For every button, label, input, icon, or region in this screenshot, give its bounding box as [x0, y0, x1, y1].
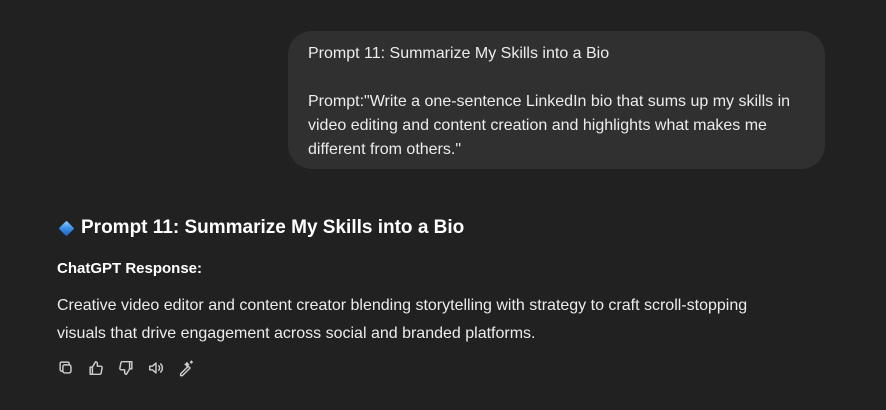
- good-response-button[interactable]: [84, 356, 108, 380]
- assistant-heading-text: Prompt 11: Summarize My Skills into a Bi…: [81, 217, 465, 238]
- response-label: ChatGPT Response:: [57, 260, 203, 277]
- thumbs-up-icon: [89, 360, 103, 376]
- user-message-bubble: Prompt 11: Summarize My Skills into a Bi…: [288, 31, 825, 169]
- read-aloud-button[interactable]: [144, 356, 168, 380]
- assistant-message: Prompt 11: Summarize My Skills into a Bi…: [57, 214, 857, 348]
- response-text: Creative video editor and content creato…: [57, 297, 748, 342]
- chat-page: Prompt 11: Summarize My Skills into a Bi…: [0, 0, 886, 410]
- thumbs-down-icon: [119, 360, 133, 376]
- speaker-icon: [148, 362, 164, 374]
- bad-response-button[interactable]: [114, 356, 138, 380]
- user-message-title: Prompt 11: Summarize My Skills into a Bi…: [308, 45, 610, 62]
- user-message-prompt: Prompt:"Write a one-sentence LinkedIn bi…: [308, 93, 791, 158]
- copy-icon: [59, 361, 72, 374]
- edit-wand-icon: [179, 360, 194, 377]
- copy-button[interactable]: [54, 356, 78, 380]
- assistant-heading: Prompt 11: Summarize My Skills into a Bi…: [57, 214, 857, 242]
- message-actions: [54, 356, 198, 380]
- blue-diamond-icon: [58, 220, 75, 236]
- edit-in-canvas-button[interactable]: [174, 356, 198, 380]
